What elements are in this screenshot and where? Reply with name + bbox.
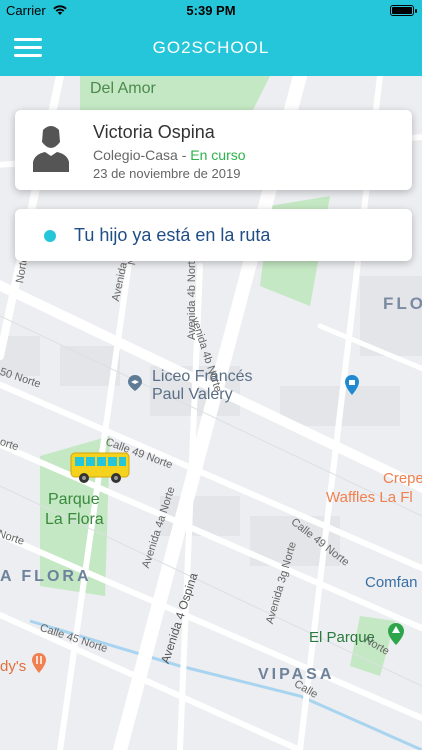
route-name: Colegio-Casa -	[93, 147, 191, 163]
clock: 5:39 PM	[186, 3, 236, 18]
battery-icon	[390, 5, 417, 16]
route-date: 23 de noviembre de 2019	[93, 166, 241, 181]
map-label: La Flora	[45, 511, 104, 528]
notice-text: Tu hijo ya está en la ruta	[74, 225, 271, 245]
status-bar: Carrier 5:39 PM	[0, 0, 422, 22]
map-label: Liceo Francés	[152, 368, 253, 385]
map-label: Parque	[48, 491, 100, 508]
map-label: Del Amor	[90, 80, 156, 97]
map-label: FLO	[383, 294, 422, 313]
restaurant-icon[interactable]	[30, 652, 48, 674]
park-icon[interactable]	[386, 622, 406, 646]
notice-card[interactable]: Tu hijo ya está en la ruta	[15, 209, 412, 261]
menu-icon[interactable]	[14, 38, 42, 60]
nav-bar: GO2SCHOOL	[0, 22, 422, 76]
shopping-icon[interactable]	[343, 374, 361, 396]
map-label: Crepe	[383, 470, 422, 487]
map-label: Waffles La Fl	[326, 489, 413, 506]
map-label: A FLORA	[0, 568, 92, 585]
route-info: Colegio-Casa - En curso	[93, 147, 246, 163]
driver-card[interactable]: Victoria Ospina Colegio-Casa - En curso …	[15, 110, 412, 190]
school-icon[interactable]	[126, 374, 144, 392]
route-status: En curso	[190, 147, 246, 163]
map-label: dy's	[0, 658, 27, 675]
status-dot-icon	[44, 230, 56, 242]
driver-name: Victoria Ospina	[93, 122, 215, 142]
app-title: GO2SCHOOL	[152, 38, 270, 57]
person-avatar-icon	[31, 124, 71, 172]
map-label: Comfan	[365, 574, 418, 591]
bus-icon[interactable]	[70, 452, 130, 484]
